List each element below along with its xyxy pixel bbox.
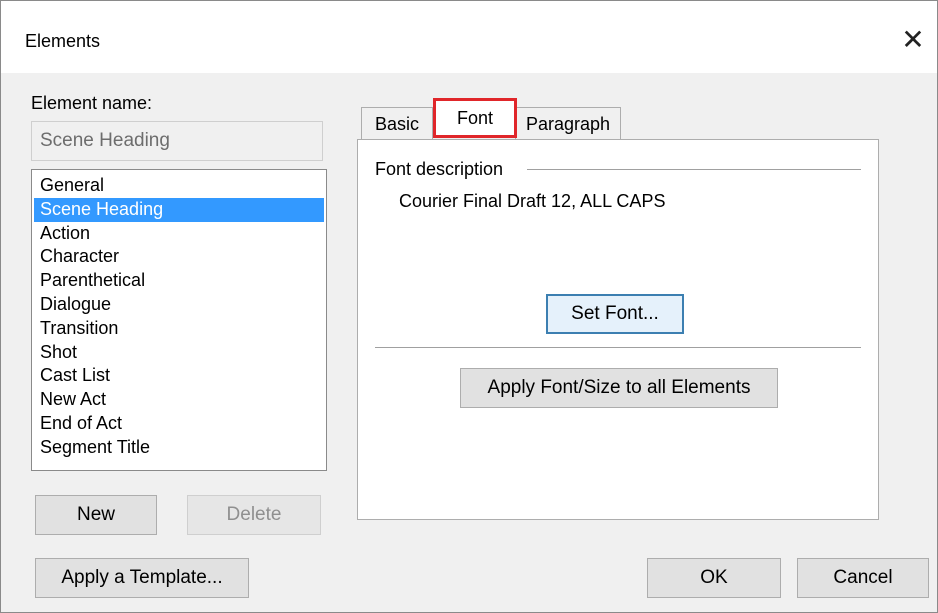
element-name-label: Element name: [31,93,153,113]
ok-button[interactable]: OK [647,558,781,598]
close-icon[interactable]: ✕ [895,21,931,57]
tab-basic[interactable]: Basic [361,107,433,141]
tab-paragraph[interactable]: Paragraph [515,107,621,141]
list-item[interactable]: Segment Title [34,436,324,460]
list-item[interactable]: General [34,174,324,198]
list-item[interactable]: Dialogue [34,293,324,317]
list-item[interactable]: Shot [34,341,324,365]
delete-button[interactable]: Delete [187,495,321,535]
cancel-button[interactable]: Cancel [797,558,929,598]
tab-font[interactable]: Font [433,98,517,138]
list-item[interactable]: Character [34,245,324,269]
title-bar: Elements ✕ [1,1,937,73]
apply-font-all-button[interactable]: Apply Font/Size to all Elements [460,368,778,408]
list-item[interactable]: Action [34,222,324,246]
apply-template-button[interactable]: Apply a Template... [35,558,249,598]
group-divider [527,169,861,170]
font-description-label: Font description [375,159,504,179]
list-item[interactable]: End of Act [34,412,324,436]
font-description-value: Courier Final Draft 12, ALL CAPS [399,191,666,211]
list-item[interactable]: Cast List [34,364,324,388]
list-item[interactable]: Scene Heading [34,197,324,222]
set-font-button[interactable]: Set Font... [546,294,684,334]
list-item[interactable]: Parenthetical [34,269,324,293]
list-item[interactable]: New Act [34,388,324,412]
element-list[interactable]: General Scene Heading Action Character P… [31,169,327,471]
list-item[interactable]: Transition [34,317,324,341]
elements-dialog: Elements ✕ Element name: Scene Heading G… [0,0,938,613]
element-name-field: Scene Heading [31,121,323,161]
section-divider [375,347,861,348]
window-title: Elements [25,31,101,51]
new-button[interactable]: New [35,495,157,535]
